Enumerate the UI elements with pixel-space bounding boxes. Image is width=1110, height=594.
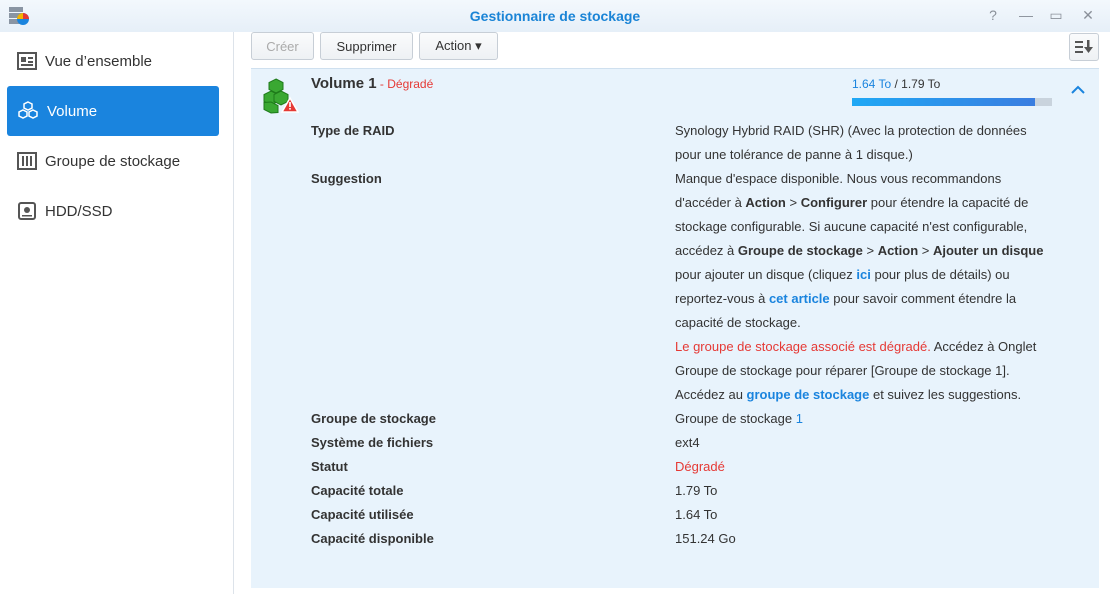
detail-label: Capacité disponible [311,531,434,546]
help-link[interactable]: groupe de stockage [747,387,870,402]
create-button[interactable]: Créer [251,32,314,60]
text-segment: > [862,243,878,258]
detail-row: Groupe de stockage Groupe de stockage 1 [311,407,1091,431]
detail-paragraph: Le groupe de stockage associé est dégrad… [675,335,1045,383]
text-segment: Configurer [800,195,868,210]
text-segment: Le groupe de stockage associé est dégrad… [675,339,931,354]
detail-label: Système de fichiers [311,435,434,450]
sidebar: Vue d’ensemble Volume Groupe de stockage… [0,32,234,594]
action-dropdown[interactable]: Action ▾ [419,32,498,60]
delete-button[interactable]: Supprimer [320,32,413,60]
usage-bar [852,98,1052,106]
detail-label: Suggestion [311,171,382,186]
detail-value: Groupe de stockage 1 [675,407,1045,431]
volume-icon [18,101,38,119]
minimize-button[interactable]: — [1017,7,1035,23]
text-segment: pour ajouter un disque (cliquez [675,267,857,282]
volume-title: Volume 1 - Dégradé [311,75,434,92]
help-button[interactable]: ? [984,7,1002,23]
text-segment: Action [877,243,919,258]
detail-row: Type de RAID Synology Hybrid RAID (SHR) (… [311,119,1091,167]
detail-label: Statut [311,459,348,474]
detail-value: Synology Hybrid RAID (SHR) (Avec la prot… [675,119,1045,167]
text-segment: Groupe de stockage [675,411,796,426]
sidebar-item-label: Vue d’ensemble [45,52,153,70]
sidebar-item-label: Groupe de stockage [45,152,181,170]
text-segment: 1.79 To [675,483,718,498]
detail-row: Capacité disponible 151.24 Go [311,527,1091,551]
detail-value: 1.79 To [675,479,1045,503]
sidebar-item-label: HDD/SSD [45,202,113,220]
help-link[interactable]: cet article [769,291,830,306]
hdd-icon [18,202,36,220]
sort-button[interactable] [1069,33,1099,61]
title-bar: Gestionnaire de stockage ? — ▭ ✕ [0,0,1110,32]
detail-label: Capacité totale [311,483,404,498]
text-segment: Ajouter un disque [932,243,1044,258]
help-link[interactable]: ici [856,267,870,282]
volume-details: Type de RAID Synology Hybrid RAID (SHR) (… [311,119,1091,551]
overview-icon [17,52,37,70]
detail-row: Capacité utilisée 1.64 To [311,503,1091,527]
detail-value: Dégradé [675,455,1045,479]
detail-paragraph: Accédez au groupe de stockage et suivez … [675,383,1045,407]
maximize-button[interactable]: ▭ [1047,7,1065,24]
text-segment: Action [745,195,786,210]
sidebar-item-storage-pool[interactable]: Groupe de stockage [7,136,219,186]
detail-paragraph: 1.64 To [675,503,1045,527]
detail-row: Capacité totale 1.79 To [311,479,1091,503]
text-segment: > [785,195,801,210]
close-button[interactable]: ✕ [1079,7,1097,24]
detail-paragraph: Dégradé [675,455,1045,479]
detail-value: ext4 [675,431,1045,455]
detail-row: Suggestion Manque d'espace disponible. No… [311,167,1091,407]
text-segment: ext4 [675,435,700,450]
detail-paragraph: ext4 [675,431,1045,455]
text-segment: Synology Hybrid RAID (SHR) (Avec la prot… [675,123,1027,162]
volume-degraded-icon [263,78,299,114]
storage-pool-icon [17,152,37,170]
collapse-chevron-icon[interactable] [1071,85,1085,95]
volume-status: - Dégradé [376,77,434,91]
text-segment: > [918,243,933,258]
sidebar-item-volume[interactable]: Volume [7,86,219,136]
detail-label: Capacité utilisée [311,507,414,522]
usage-bar-fill [852,98,1036,106]
text-segment: et suivez les suggestions. [869,387,1022,402]
text-segment: 1 [795,411,803,426]
text-segment: Groupe de stockage [737,243,863,258]
detail-paragraph: Groupe de stockage 1 [675,407,1045,431]
volume-panel: Volume 1 - Dégradé 1.64 To / 1.79 To Typ… [251,68,1099,588]
usage-text: 1.64 To / 1.79 To [852,77,941,91]
detail-label: Groupe de stockage [311,411,436,426]
detail-paragraph: Manque d'espace disponible. Nous vous re… [675,167,1045,335]
detail-paragraph: 151.24 Go [675,527,1045,551]
sidebar-item-hdd-ssd[interactable]: HDD/SSD [7,186,219,236]
sidebar-item-label: Volume [47,102,98,120]
text-segment: 1.64 To [675,507,718,522]
detail-row: Système de fichiers ext4 [311,431,1091,455]
window-title: Gestionnaire de stockage [469,8,641,24]
detail-row: Statut Dégradé [311,455,1091,479]
detail-label: Type de RAID [311,123,395,138]
text-segment: Dégradé [675,459,725,474]
detail-paragraph: Synology Hybrid RAID (SHR) (Avec la prot… [675,119,1045,167]
sort-icon [1075,40,1093,53]
detail-value: Manque d'espace disponible. Nous vous re… [675,167,1045,407]
text-segment: Accédez au [675,387,747,402]
text-segment: 151.24 Go [675,531,736,546]
detail-paragraph: 1.79 To [675,479,1045,503]
detail-value: 151.24 Go [675,527,1045,551]
detail-value: 1.64 To [675,503,1045,527]
sidebar-item-overview[interactable]: Vue d’ensemble [7,36,219,86]
